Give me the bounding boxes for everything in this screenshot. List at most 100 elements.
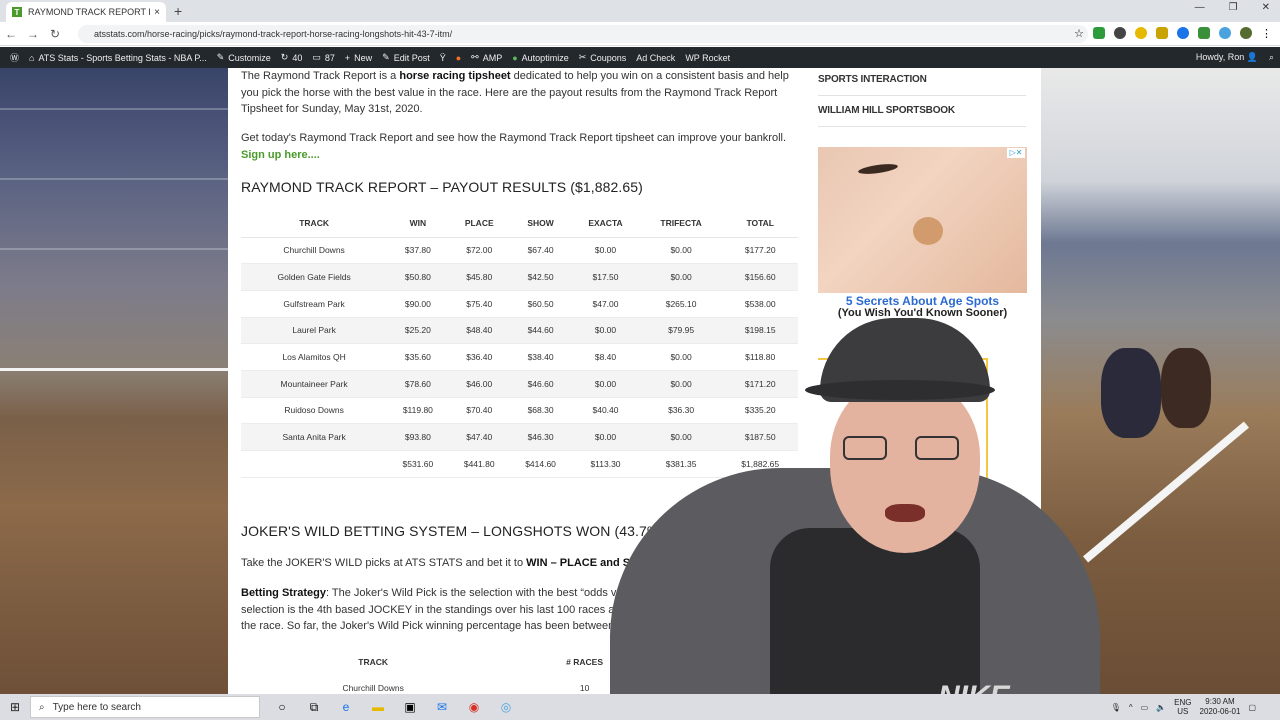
table-cell: $44.60 xyxy=(509,317,572,345)
file-explorer-icon[interactable]: ▬ xyxy=(370,699,386,715)
ad-choices-icon[interactable]: ▷✕ xyxy=(1007,148,1025,158)
table-cell: $45.80 xyxy=(448,263,510,291)
wp-site-name[interactable]: ⌂ ATS Stats - Sports Betting Stats - NBA … xyxy=(29,53,207,63)
table-cell: $0.00 xyxy=(639,263,723,291)
minimize-button[interactable]: — xyxy=(1195,2,1205,13)
table-row: Churchill Downs $37.80 $72.00 $67.40 $0.00 $0… xyxy=(241,237,798,265)
wp-amp-label: AMP xyxy=(482,52,503,63)
taskbar-search[interactable]: ⌕ Type here to search xyxy=(30,696,260,718)
extension-blue-icon[interactable] xyxy=(1177,27,1189,39)
table-cell: $538.00 xyxy=(722,290,798,318)
new-tab-button[interactable]: + xyxy=(174,3,182,19)
table-cell: Ruidoso Downs xyxy=(241,397,388,425)
extension-search-icon[interactable] xyxy=(1156,27,1168,39)
stadium-bunting xyxy=(0,248,228,250)
bookmark-star-icon[interactable]: ☆ xyxy=(1074,27,1084,40)
wp-howdy[interactable]: Howdy, Ron 👤 xyxy=(1196,52,1258,63)
tab-close-icon[interactable]: × xyxy=(154,7,160,18)
chrome-icon[interactable]: ◉ xyxy=(466,699,482,715)
yoast-icon[interactable]: Ÿ xyxy=(440,53,446,63)
table-cell: $414.60 xyxy=(509,450,572,478)
windows-start-icon[interactable]: ⊞ xyxy=(0,700,30,714)
table-cell: $42.50 xyxy=(509,263,572,291)
pencil-icon: ✎ xyxy=(382,52,390,62)
wp-new[interactable]: + New xyxy=(345,53,372,63)
wp-autoptimize[interactable]: ● Autoptimize xyxy=(512,53,568,63)
table-cell: $119.80 xyxy=(387,397,449,425)
joker-header-cell: TRACK xyxy=(358,656,389,667)
profile-avatar-icon[interactable] xyxy=(1240,27,1252,39)
wp-amp[interactable]: ⚯ AMP xyxy=(471,52,502,63)
windows-taskbar: ⊞ ⌕ Type here to search ○ ⧉ e ▬ ▣ ✉ ◉ ◎ … xyxy=(0,694,1280,720)
wp-comments[interactable]: ▭ 87 xyxy=(312,52,335,63)
microphone-icon[interactable]: 🎙 xyxy=(1111,703,1121,712)
table-cell: Gulfstream Park xyxy=(241,290,388,318)
wp-edit-post[interactable]: ✎ Edit Post xyxy=(382,52,430,63)
wp-ad-check[interactable]: Ad Check xyxy=(636,53,675,63)
joker-heading: JOKER'S WILD BETTING SYSTEM – LONGSHOTS … xyxy=(241,523,665,539)
sidebar-divider xyxy=(818,95,1026,96)
chevron-up-icon[interactable]: ^ xyxy=(1129,703,1133,712)
recorder-icon[interactable]: ◎ xyxy=(498,699,514,715)
strategy-label: Betting Strategy xyxy=(241,587,326,599)
green-dot-icon: ● xyxy=(512,52,518,63)
wp-customize[interactable]: ✎ Customize xyxy=(217,52,271,63)
face xyxy=(830,378,980,553)
sidebar-link-sports-interaction[interactable]: SPORTS INTERACTION xyxy=(818,74,927,85)
region-code: US xyxy=(1177,707,1189,716)
table-cell xyxy=(241,450,388,478)
ad-title[interactable]: 5 Secrets About Age Spots xyxy=(818,294,1027,308)
browser-tab[interactable]: T RAYMOND TRACK REPORT HOR… × xyxy=(6,2,166,22)
racehorse xyxy=(1101,348,1161,438)
taskbar-search-placeholder: Type here to search xyxy=(52,701,141,713)
store-icon[interactable]: ▣ xyxy=(402,699,418,715)
payout-header-cell: EXACTA xyxy=(571,210,640,238)
payout-heading: RAYMOND TRACK REPORT – PAYOUT RESULTS ($… xyxy=(241,179,643,195)
table-cell: $75.40 xyxy=(448,290,510,318)
network-icon[interactable]: ▭ xyxy=(1141,703,1149,712)
extension-green-icon[interactable] xyxy=(1093,27,1105,39)
payout-header-cell: WIN xyxy=(387,210,449,238)
search-icon[interactable]: ⌕ xyxy=(1269,52,1274,63)
extension-yellow-icon[interactable] xyxy=(1135,27,1147,39)
notifications-icon[interactable]: ▢ xyxy=(1248,703,1256,712)
extension-cloud-icon[interactable] xyxy=(1219,27,1231,39)
search-icon: ⌕ xyxy=(39,701,45,713)
intro-paragraph: The Raymond Track Report is a horse raci… xyxy=(241,68,797,118)
extension-github-icon[interactable] xyxy=(1114,27,1126,39)
sidebar-link-william-hill[interactable]: WILLIAM HILL SPORTSBOOK xyxy=(818,105,955,116)
edge-browser-icon[interactable]: e xyxy=(338,699,354,715)
track-rail xyxy=(1082,421,1250,563)
payout-header-cell: TOTAL xyxy=(722,210,798,238)
back-arrow-icon[interactable]: ← xyxy=(0,27,22,41)
signup-link[interactable]: Sign up here.... xyxy=(241,149,320,161)
extension-badge-icon[interactable] xyxy=(1198,27,1210,39)
reload-icon[interactable]: ↻ xyxy=(44,27,66,41)
mail-icon[interactable]: ✉ xyxy=(434,699,450,715)
wp-edit-post-label: Edit Post xyxy=(393,52,430,63)
maximize-button[interactable]: ❐ xyxy=(1229,2,1238,13)
table-cell: $38.40 xyxy=(509,343,572,371)
table-cell: $46.00 xyxy=(448,370,510,398)
task-view-icon[interactable]: ⧉ xyxy=(306,699,322,715)
forward-arrow-icon[interactable]: → xyxy=(22,27,44,41)
clock[interactable]: 9:30 AM 2020-06-01 xyxy=(1200,697,1241,717)
browser-menu-icon[interactable]: ⋮ xyxy=(1261,27,1272,40)
close-window-button[interactable]: ✕ xyxy=(1262,2,1270,13)
ad-image[interactable]: ▷✕ xyxy=(818,147,1027,293)
volume-icon[interactable]: 🔈 xyxy=(1156,703,1166,712)
table-cell: $70.40 xyxy=(448,397,510,425)
brush-icon: ✎ xyxy=(216,52,225,62)
table-cell: $93.80 xyxy=(387,423,449,451)
language-indicator[interactable]: ENG US xyxy=(1174,698,1191,716)
address-bar[interactable]: atsstats.com/horse-racing/picks/raymond-… xyxy=(78,25,1088,43)
wp-coupons[interactable]: ✂ Coupons xyxy=(579,52,627,63)
wp-admin-bar: Ⓦ ⌂ ATS Stats - Sports Betting Stats - NB… xyxy=(0,47,1280,68)
shirt xyxy=(770,528,980,694)
wp-rocket[interactable]: WP Rocket xyxy=(685,53,730,63)
wordpress-logo-icon[interactable]: Ⓦ xyxy=(10,51,19,64)
table-cell: $67.40 xyxy=(509,237,572,265)
wp-updates[interactable]: ↻ 40 xyxy=(281,52,303,63)
cortana-icon[interactable]: ○ xyxy=(274,699,290,715)
url-text: atsstats.com/horse-racing/picks/raymond-… xyxy=(94,29,453,39)
